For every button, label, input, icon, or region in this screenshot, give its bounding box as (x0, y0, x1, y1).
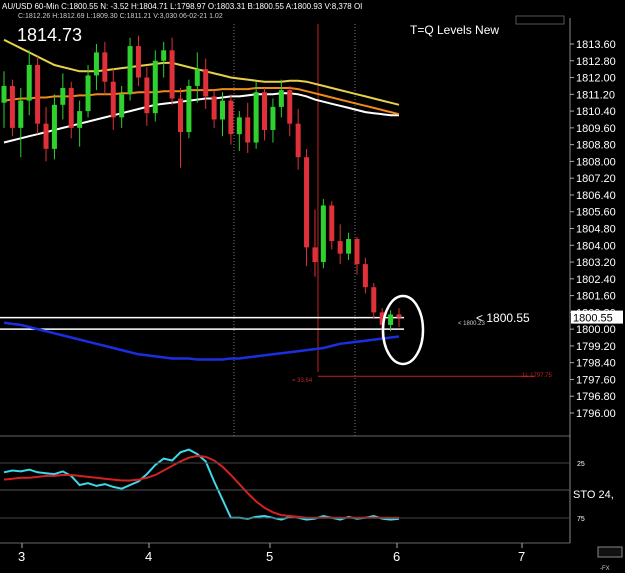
stoch-tick-25: 25 (577, 461, 585, 468)
candle-body (211, 96, 217, 120)
highlight-circle (381, 294, 425, 366)
y-tick-label: 1808.80 (576, 140, 616, 152)
candle-body (26, 64, 32, 101)
candle-body (312, 247, 318, 263)
candle-body (186, 85, 192, 133)
candle-body (177, 98, 183, 133)
candle-body (262, 92, 268, 130)
candle-body (144, 77, 150, 114)
candle-body (236, 117, 242, 135)
candle-body (203, 69, 209, 97)
price-chart: AU/USD 60-Min C:1800.55 N: -3.52 H:1804.… (0, 2, 623, 572)
candle-body (68, 88, 74, 128)
y-tick-label: 1799.20 (576, 341, 616, 353)
candle-body (228, 100, 234, 135)
y-tick-label: 1808.00 (576, 156, 616, 168)
candle-body (169, 50, 175, 99)
x-tick-label: 4 (145, 549, 152, 564)
x-tick-label: 7 (518, 549, 525, 564)
stochastic-line (3, 448, 400, 521)
y-tick-label: 1812.00 (576, 73, 616, 85)
low-label: 1L 1797.75 (522, 373, 552, 379)
candle-body (85, 75, 91, 112)
y-tick-label: 1796.00 (576, 408, 616, 420)
candle-body (270, 106, 276, 130)
candle-body (43, 123, 49, 149)
big-price: 1814.73 (17, 25, 82, 45)
y-tick-label: 1798.40 (576, 358, 616, 370)
y-tick-label: 1805.60 (576, 207, 616, 219)
moving-average-line (3, 321, 400, 361)
candle-body (295, 123, 301, 158)
y-tick-label: 1804.80 (576, 224, 616, 236)
candle-body (396, 314, 402, 318)
candle-body (371, 287, 377, 313)
candle-body (245, 117, 251, 143)
price-callout-small: < 1800.23 (458, 321, 486, 327)
candle-body (388, 314, 394, 325)
corner-label: -FX (600, 566, 610, 572)
candle-body (93, 52, 99, 76)
y-tick-label: 1810.40 (576, 106, 616, 118)
stoch-tick-75: 75 (577, 516, 585, 523)
candle-body (304, 157, 310, 248)
candle-body (278, 90, 284, 107)
stoch-legend: STO 24, (573, 489, 614, 501)
candle-body (127, 46, 133, 95)
symbol-bar: AU/USD 60-Min C:1800.55 N: -3.52 H:1804.… (2, 2, 362, 11)
candle-body (152, 60, 158, 114)
candle-body (77, 111, 83, 128)
candle-body (1, 85, 7, 103)
candle-body (161, 50, 167, 61)
candle-body (60, 88, 66, 105)
candle-body (51, 104, 57, 149)
candle-body (337, 241, 343, 254)
study-title: T=Q Levels New (410, 23, 499, 37)
candle-body (35, 64, 41, 124)
candle-body (119, 94, 125, 118)
y-tick-label: 1811.20 (576, 89, 615, 101)
stochastic-line (3, 454, 399, 519)
candle-body (346, 238, 352, 254)
mini-box (515, 15, 565, 25)
y-tick-label: 1803.20 (576, 257, 616, 269)
y-tick-label: 1801.60 (576, 291, 616, 303)
candle-body (135, 46, 141, 78)
y-tick-label: 1802.40 (576, 274, 616, 286)
candle-body (253, 92, 259, 143)
sub-bar: C:1812.26 H:1812.69 L:1809.30 C:1811.21 … (18, 13, 223, 20)
x-tick-label: 3 (18, 549, 25, 564)
candle-body (287, 90, 293, 124)
candle-body (220, 100, 226, 120)
y-tick-label: 1809.60 (576, 123, 616, 135)
y-tick-label: 1806.40 (576, 190, 616, 202)
scroll-handle[interactable] (597, 546, 623, 558)
y-tick-label: 1807.20 (576, 173, 616, 185)
last-price-value: 1800.55 (573, 313, 613, 325)
candle-body (102, 52, 108, 82)
candle-body (18, 100, 24, 128)
y-tick-label: 1812.80 (576, 56, 616, 68)
candle-body (362, 264, 368, 288)
candle-body (110, 81, 116, 118)
candle-body (194, 69, 200, 86)
candle-body (320, 205, 326, 263)
candle-body (354, 238, 360, 265)
candle-body (329, 205, 335, 242)
y-tick-label: 1813.60 (576, 39, 616, 51)
y-tick-label: 1797.60 (576, 374, 616, 386)
range-label: = 33.64 (292, 378, 313, 384)
x-tick-label: 6 (393, 549, 400, 564)
x-tick-label: 5 (266, 549, 273, 564)
candle-body (9, 85, 15, 128)
y-tick-label: 1804.00 (576, 240, 616, 252)
y-tick-label: 1796.80 (576, 391, 616, 403)
y-tick-label: 1800.00 (576, 324, 616, 336)
